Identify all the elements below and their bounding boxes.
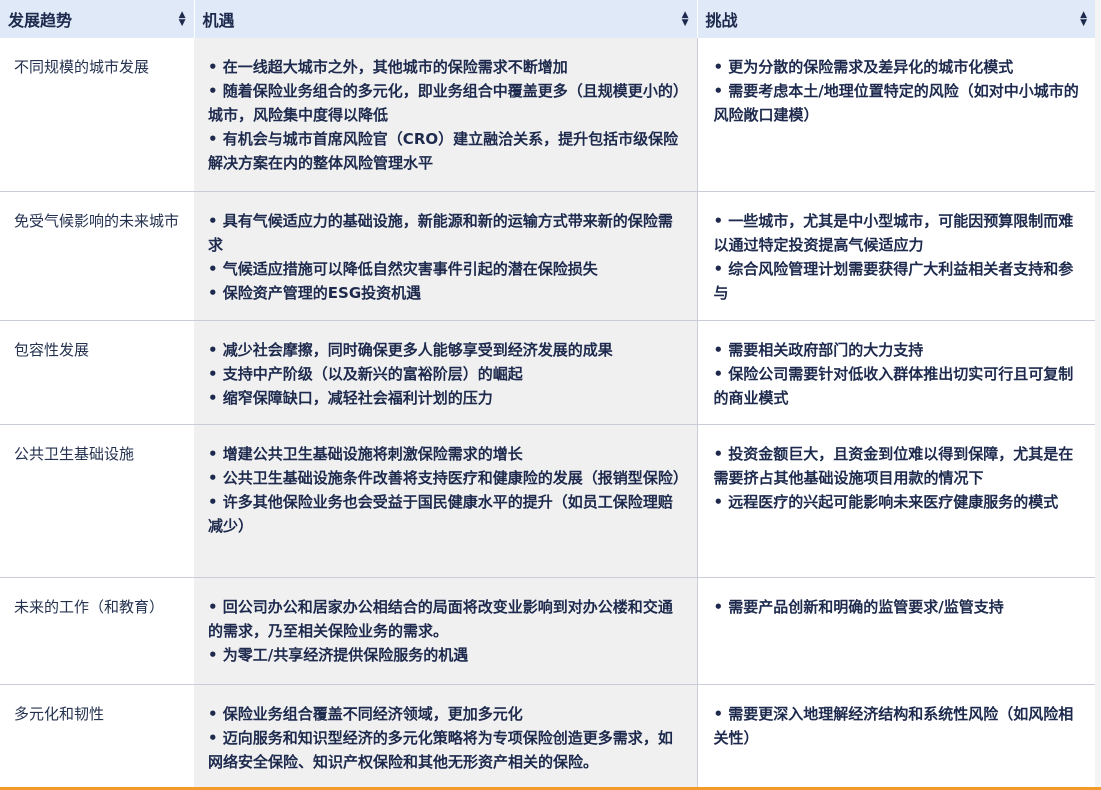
challenge-cell: • 一些城市，尤其是中小型城市，可能因预算限制而难以通过特定投资提高气候适应力 … [696, 191, 1095, 321]
column-header-trend-label: 发展趋势 [8, 11, 73, 30]
challenge-cell: • 需要相关政府部门的大力支持 • 保险公司需要针对低收入群体推出切实可行且可复… [696, 320, 1095, 425]
opportunity-item: • 在一线超大城市之外，其他城市的保险需求不断增加 [208, 58, 568, 76]
opportunity-item: • 气候适应措施可以降低自然灾害事件引起的潜在保险损失 [208, 259, 598, 278]
challenge-item: • 一些城市，尤其是中小型城市，可能因预算限制而难以通过特定投资提高气候适应力 [713, 211, 1074, 254]
table-row: 未来的工作（和教育） • 回公司办公和居家办公相结合的局面将改变业影响到对办公楼… [0, 577, 1095, 685]
column-header-opportunity[interactable]: 机遇 ▲ ▼ [193, 0, 697, 38]
table-row: 免受气候影响的未来城市 • 具有气候适应力的基础设施，新能源和新的运输方式带来新… [0, 191, 1095, 321]
trend-cell: 不同规模的城市发展 [0, 38, 194, 192]
table-header: 发展趋势 ▲ ▼ 机遇 ▲ ▼ 挑战 ▲ ▼ [0, 0, 1095, 38]
opportunity-item: • 保险资产管理的ESG投资机遇 [208, 283, 422, 302]
challenge-item: • 远程医疗的兴起可能影响未来医疗健康服务的模式 [713, 492, 1059, 511]
opportunity-item: • 缩窄保障缺口，减轻社会福利计划的压力 [208, 388, 493, 407]
column-header-challenge-label: 挑战 [705, 11, 738, 30]
opportunity-cell: • 减少社会摩擦，同时确保更多人能够享受到经济发展的成果 • 支持中产阶级（以及… [194, 320, 697, 425]
opportunity-item: • 回公司办公和居家办公相结合的局面将改变业影响到对办公楼和交通的需求，乃至相关… [208, 597, 673, 640]
trends-table: 发展趋势 ▲ ▼ 机遇 ▲ ▼ 挑战 ▲ ▼ 不同规模的城市发展 • 在一线超大… [0, 0, 1095, 788]
opportunity-cell: • 回公司办公和居家办公相结合的局面将改变业影响到对办公楼和交通的需求，乃至相关… [194, 577, 697, 685]
challenge-item: • 需要产品创新和明确的监管要求/监管支持 [713, 597, 1004, 616]
opportunity-item: • 许多其他保险业务也会受益于国民健康水平的提升（如员工保险理赔减少） [208, 492, 673, 535]
opportunity-cell: • 在一线超大城市之外，其他城市的保险需求不断增加 • 随着保险业务组合的多元化… [194, 38, 697, 192]
challenge-item: • 需要考虑本土/地理位置特定的风险（如对中小城市的风险敞口建模） [713, 82, 1079, 124]
sort-icon[interactable]: ▲ ▼ [1080, 11, 1087, 28]
challenge-cell: • 投资金额巨大，且资金到位难以得到保障，尤其是在需要挤占其他基础设施项目用款的… [696, 424, 1095, 578]
column-header-opportunity-label: 机遇 [202, 11, 235, 30]
scrollbar-track[interactable] [1095, 0, 1101, 787]
trend-cell: 免受气候影响的未来城市 [0, 191, 194, 321]
opportunity-cell: • 具有气候适应力的基础设施，新能源和新的运输方式带来新的保险需求 • 气候适应… [194, 191, 697, 321]
challenge-item: • 需要更深入地理解经济结构和系统性风险（如风险相关性） [713, 704, 1074, 747]
trend-cell: 包容性发展 [0, 320, 194, 425]
opportunity-item: • 具有气候适应力的基础设施，新能源和新的运输方式带来新的保险需求 [208, 211, 673, 254]
opportunity-cell: • 增建公共卫生基础设施将刺激保险需求的增长 • 公共卫生基础设施条件改善将支持… [194, 424, 697, 578]
opportunity-item: • 迈向服务和知识型经济的多元化策略将为专项保险创造更多需求，如网络安全保险、知… [208, 728, 673, 771]
trend-cell: 多元化和韧性 [0, 684, 194, 788]
opportunity-item: • 随着保险业务组合的多元化，即业务组合中覆盖更多（且规模更小的）城市，风险集中… [208, 82, 681, 124]
table-row: 公共卫生基础设施 • 增建公共卫生基础设施将刺激保险需求的增长 • 公共卫生基础… [0, 424, 1095, 578]
table-row: 不同规模的城市发展 • 在一线超大城市之外，其他城市的保险需求不断增加 • 随着… [0, 38, 1095, 192]
opportunity-item: • 保险业务组合覆盖不同经济领域，更加多元化 [208, 704, 523, 723]
opportunity-item: • 有机会与城市首席风险官（CRO）建立融洽关系，提升包括市级保险解决方案在内的… [208, 130, 679, 172]
challenge-item: • 需要相关政府部门的大力支持 [713, 340, 924, 359]
challenge-cell: • 需要产品创新和明确的监管要求/监管支持 [696, 577, 1095, 685]
table-row: 多元化和韧性 • 保险业务组合覆盖不同经济领域，更加多元化 • 迈向服务和知识型… [0, 684, 1095, 788]
challenge-item: • 投资金额巨大，且资金到位难以得到保障，尤其是在需要挤占其他基础设施项目用款的… [713, 444, 1074, 487]
table-row: 包容性发展 • 减少社会摩擦，同时确保更多人能够享受到经济发展的成果 • 支持中… [0, 320, 1095, 425]
opportunity-item: • 公共卫生基础设施条件改善将支持医疗和健康险的发展（报销型保险） [208, 468, 688, 487]
challenge-item: • 更为分散的保险需求及差异化的城市化模式 [713, 58, 1014, 76]
table-body: 不同规模的城市发展 • 在一线超大城市之外，其他城市的保险需求不断增加 • 随着… [0, 38, 1095, 788]
challenge-cell: • 需要更深入地理解经济结构和系统性风险（如风险相关性） [696, 684, 1095, 788]
trends-table-container: 发展趋势 ▲ ▼ 机遇 ▲ ▼ 挑战 ▲ ▼ 不同规模的城市发展 • 在一线超大… [0, 0, 1101, 790]
column-header-trend[interactable]: 发展趋势 ▲ ▼ [0, 0, 194, 38]
challenge-cell: • 更为分散的保险需求及差异化的城市化模式 • 需要考虑本土/地理位置特定的风险… [696, 38, 1095, 192]
opportunity-cell: • 保险业务组合覆盖不同经济领域，更加多元化 • 迈向服务和知识型经济的多元化策… [194, 684, 697, 788]
trend-cell: 公共卫生基础设施 [0, 424, 194, 578]
challenge-item: • 保险公司需要针对低收入群体推出切实可行且可复制的商业模式 [713, 364, 1074, 407]
trend-cell: 未来的工作（和教育） [0, 577, 194, 685]
opportunity-item: • 支持中产阶级（以及新兴的富裕阶层）的崛起 [208, 364, 523, 383]
challenge-item: • 综合风险管理计划需要获得广大利益相关者支持和参与 [713, 259, 1074, 302]
opportunity-item: • 为零工/共享经济提供保险服务的机遇 [208, 645, 469, 664]
sort-icon[interactable]: ▲ ▼ [682, 11, 689, 28]
sort-icon[interactable]: ▲ ▼ [179, 11, 186, 28]
opportunity-item: • 增建公共卫生基础设施将刺激保险需求的增长 [208, 444, 523, 463]
column-header-challenge[interactable]: 挑战 ▲ ▼ [696, 0, 1095, 38]
opportunity-item: • 减少社会摩擦，同时确保更多人能够享受到经济发展的成果 [208, 340, 613, 359]
